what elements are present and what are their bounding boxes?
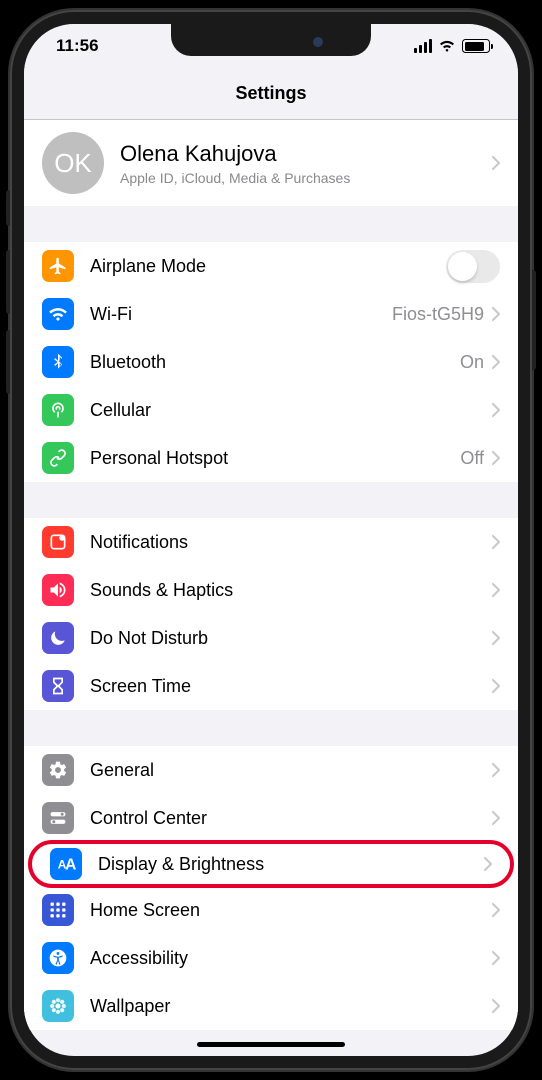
grid-icon [42,894,74,926]
chevron-right-icon [492,583,500,597]
row-label: Do Not Disturb [90,628,492,649]
chevron-right-icon [492,403,500,417]
row-label: Airplane Mode [90,256,446,277]
battery-icon [462,39,490,53]
phone-frame: 11:56 Settings OK Olena Kahujova Apple I… [10,10,532,1070]
airplane-icon [42,250,74,282]
chevron-right-icon [492,156,500,170]
row-label: Bluetooth [90,352,460,373]
chevron-right-icon [492,631,500,645]
chevron-right-icon [492,951,500,965]
row-label: Wi-Fi [90,304,392,325]
chevron-right-icon [492,307,500,321]
row-label: Wallpaper [90,996,492,1017]
control-center-row[interactable]: Control Center [24,794,518,842]
chevron-right-icon [492,355,500,369]
row-label: Accessibility [90,948,492,969]
row-label: Cellular [90,400,492,421]
bluetooth-row[interactable]: BluetoothOn [24,338,518,386]
row-label: Notifications [90,532,492,553]
row-detail: On [460,352,484,373]
profile-name: Olena Kahujova [120,141,492,167]
notifications-row[interactable]: Notifications [24,518,518,566]
text-size-icon: AA [50,848,82,880]
row-label: Control Center [90,808,492,829]
status-icons [414,39,491,53]
gear-icon [42,754,74,786]
airplane-mode-row[interactable]: Airplane Mode [24,242,518,290]
row-label: Home Screen [90,900,492,921]
settings-group: General Control Center AA Display & Brightn… [24,746,518,1030]
chevron-right-icon [492,999,500,1013]
settings-group: Notifications Sounds & Haptics Do Not Dist… [24,518,518,710]
settings-content[interactable]: OK Olena Kahujova Apple ID, iCloud, Medi… [24,120,518,1030]
row-detail: Off [460,448,484,469]
moon-icon [42,622,74,654]
hourglass-icon [42,670,74,702]
wifi-icon [42,298,74,330]
speaker-icon [42,574,74,606]
do-not-disturb-row[interactable]: Do Not Disturb [24,614,518,662]
accessibility-row[interactable]: Accessibility [24,934,518,982]
page-title: Settings [235,83,306,104]
switches-icon [42,802,74,834]
phone-screen: 11:56 Settings OK Olena Kahujova Apple I… [24,24,518,1056]
svg-text:A: A [65,857,76,874]
notifications-icon [42,526,74,558]
home-indicator[interactable] [197,1042,345,1047]
chevron-right-icon [492,811,500,825]
wifi-status-icon [438,39,456,53]
display-brightness-row[interactable]: AA Display & Brightness [28,840,514,888]
antenna-icon [42,394,74,426]
profile-subtitle: Apple ID, iCloud, Media & Purchases [120,170,492,186]
flower-icon [42,990,74,1022]
apple-id-row[interactable]: OK Olena Kahujova Apple ID, iCloud, Medi… [24,120,518,206]
row-label: Sounds & Haptics [90,580,492,601]
home-screen-row[interactable]: Home Screen [24,886,518,934]
link-icon [42,442,74,474]
screen-time-row[interactable]: Screen Time [24,662,518,710]
chevron-right-icon [492,903,500,917]
wallpaper-row[interactable]: Wallpaper [24,982,518,1030]
chevron-right-icon [492,763,500,777]
airplane-mode-toggle[interactable] [446,250,500,283]
row-label: Display & Brightness [98,854,484,875]
chevron-right-icon [492,679,500,693]
bluetooth-icon [42,346,74,378]
header: Settings [24,68,518,120]
row-detail: Fios-tG5H9 [392,304,484,325]
row-label: General [90,760,492,781]
chevron-right-icon [492,451,500,465]
device-notch [171,24,371,56]
status-time: 11:56 [56,36,99,56]
accessibility-icon [42,942,74,974]
wifi-row[interactable]: Wi-FiFios-tG5H9 [24,290,518,338]
row-label: Screen Time [90,676,492,697]
sounds-haptics-row[interactable]: Sounds & Haptics [24,566,518,614]
cellular-signal-icon [414,39,433,53]
cellular-row[interactable]: Cellular [24,386,518,434]
chevron-right-icon [492,535,500,549]
general-row[interactable]: General [24,746,518,794]
personal-hotspot-row[interactable]: Personal HotspotOff [24,434,518,482]
chevron-right-icon [484,857,492,871]
avatar: OK [42,132,104,194]
settings-group: Airplane ModeWi-FiFios-tG5H9BluetoothOnC… [24,242,518,482]
row-label: Personal Hotspot [90,448,460,469]
